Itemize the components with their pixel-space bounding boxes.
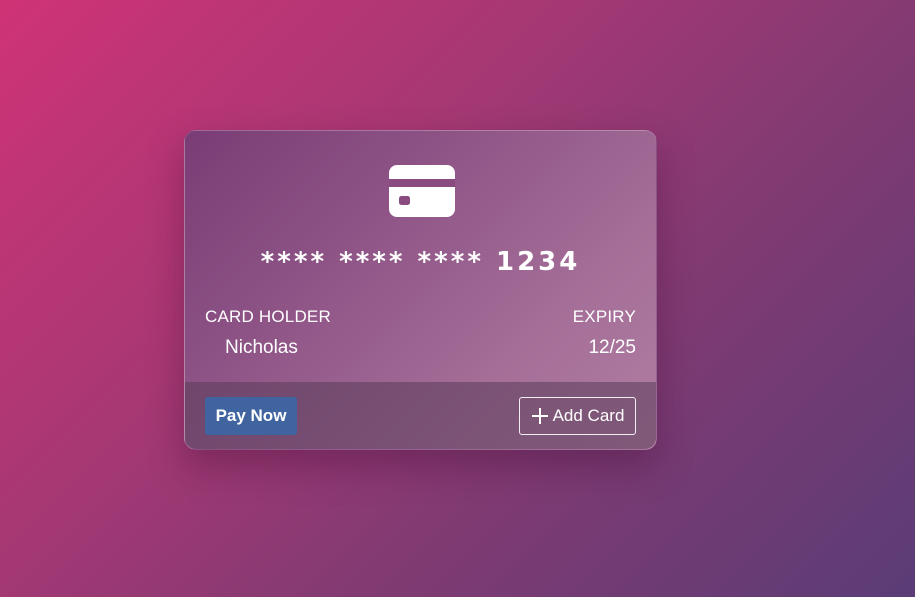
payment-card: **** **** **** 1234 CARD HOLDER EXPIRY N…	[184, 130, 657, 450]
add-card-button[interactable]: Add Card	[519, 397, 636, 435]
card-holder-name: Nicholas	[225, 337, 298, 358]
plus-icon	[531, 407, 549, 425]
card-body: **** **** **** 1234 CARD HOLDER EXPIRY N…	[185, 131, 656, 382]
card-holder-label: CARD HOLDER	[205, 307, 331, 326]
expiry-label: EXPIRY	[572, 307, 636, 326]
add-card-label: Add Card	[552, 406, 625, 425]
card-actions: Pay Now Add Card	[185, 382, 656, 449]
pay-now-button[interactable]: Pay Now	[205, 397, 297, 435]
card-number: **** **** **** 1234	[260, 247, 581, 277]
credit-card-icon	[389, 165, 455, 217]
expiry-date: 12/25	[588, 337, 636, 358]
